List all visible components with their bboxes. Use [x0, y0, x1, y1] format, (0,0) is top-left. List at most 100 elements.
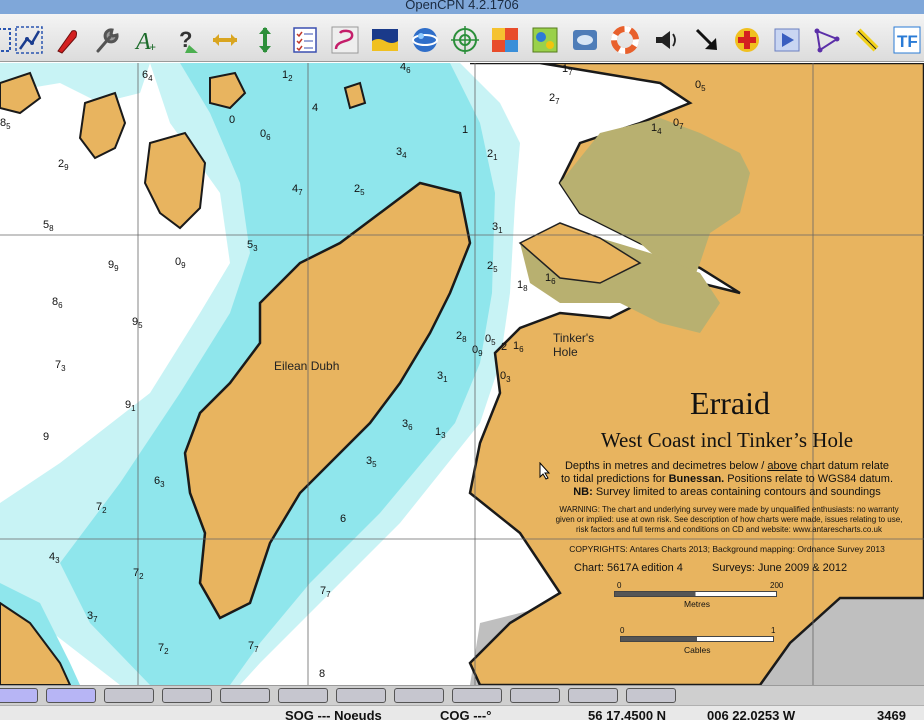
route-manager-button[interactable]	[288, 23, 322, 57]
route-icon	[15, 26, 43, 54]
depth-sounding: 73	[55, 359, 66, 374]
arrow-down-right-button[interactable]	[690, 23, 724, 57]
grib-button[interactable]	[488, 23, 522, 57]
google-earth-button[interactable]	[408, 23, 442, 57]
depth-sounding: 29	[58, 158, 69, 173]
mob-button[interactable]	[50, 23, 84, 57]
measure-button[interactable]	[208, 23, 242, 57]
depth-sounding: 17	[562, 63, 573, 78]
title-bar: OpenCPN 4.2.1706	[0, 0, 924, 14]
depth-sounding: 86	[52, 296, 63, 311]
depth-sounding: 31	[437, 370, 448, 385]
text-button[interactable]: A +	[129, 23, 163, 57]
legend-warning-3: risk factors and full terms and conditio…	[576, 525, 882, 534]
depth-sounding: 14	[651, 122, 662, 137]
depth-sounding: 0	[229, 114, 236, 126]
legend-nb-line: NB: Survey limited to areas containing c…	[573, 486, 881, 498]
checklist-icon	[293, 27, 317, 53]
play-button[interactable]	[770, 23, 804, 57]
chart-tab[interactable]	[162, 688, 212, 703]
depth-sounding: 12	[282, 69, 293, 84]
legend-copyright: COPYRIGHTS: Antares Charts 2013; Backgro…	[569, 544, 885, 554]
horn-icon	[656, 31, 676, 49]
status-sog: SOG --- Noeuds	[285, 708, 382, 720]
depth-sounding: 16	[545, 272, 556, 287]
polygon-button[interactable]	[810, 23, 844, 57]
radar-button[interactable]	[448, 23, 482, 57]
settings-button[interactable]	[90, 23, 124, 57]
chart-tab[interactable]	[394, 688, 444, 703]
chart-tab[interactable]	[46, 688, 96, 703]
place-name-tinkers: Tinker's	[553, 331, 595, 345]
query-icon: ?	[179, 27, 198, 53]
chart-tab[interactable]	[278, 688, 328, 703]
depth-sounding: 25	[487, 260, 498, 275]
legend-subtitle: West Coast incl Tinker’s Hole	[600, 428, 854, 452]
chart-tab[interactable]	[220, 688, 270, 703]
query-button[interactable]: ?	[169, 23, 203, 57]
place-name-eilean-dubh: Eilean Dubh	[274, 359, 340, 373]
scale-bar-cables	[620, 636, 774, 642]
chart-tab[interactable]	[336, 688, 386, 703]
chart-canvas[interactable]: 64 12 46 17 05 85 0 06 4 1 27 14 07 34 21 29 47 25 58 31 53 9…	[0, 63, 924, 685]
status-cog: COG ---°	[440, 708, 492, 720]
wrench-icon	[96, 28, 119, 53]
logbook-icon	[573, 30, 597, 50]
status-scale: 3469	[877, 708, 906, 720]
svg-text:+: +	[149, 40, 156, 54]
scale1-start: 0	[617, 581, 622, 590]
depth-sounding: 36	[402, 418, 413, 433]
depth-sounding: 37	[87, 610, 98, 625]
target-icon	[451, 26, 479, 54]
depth-sounding: 28	[456, 330, 467, 345]
track-icon	[259, 27, 271, 53]
depth-sounding: 53	[247, 239, 258, 254]
depth-sounding: 43	[49, 551, 60, 566]
place-name-hole: Hole	[553, 345, 578, 359]
dashboard-icon	[532, 27, 558, 53]
depth-sounding: 58	[43, 219, 54, 234]
sound-button[interactable]	[648, 23, 682, 57]
chart-tab[interactable]	[626, 688, 676, 703]
curve-icon	[331, 26, 359, 54]
depth-sounding: 91	[125, 399, 136, 414]
tide-icon	[372, 29, 398, 51]
depth-sounding: 8	[319, 668, 326, 680]
tf-button[interactable]: TF	[890, 23, 924, 57]
depth-sounding: 16	[513, 340, 524, 355]
tracks-button[interactable]	[328, 23, 362, 57]
legend-warning-1: WARNING: The chart and underlying survey…	[559, 505, 899, 514]
depth-sounding: 85	[0, 117, 11, 132]
island-2	[78, 91, 127, 160]
depth-sounding: 09	[175, 256, 186, 271]
depth-sounding: 21	[487, 148, 498, 163]
chart-tab[interactable]	[0, 688, 38, 703]
tides-button[interactable]	[368, 23, 402, 57]
chart-tab[interactable]	[452, 688, 502, 703]
depth-sounding: 34	[396, 146, 407, 161]
scale-bar-metres	[614, 591, 777, 597]
nautical-chart	[0, 63, 924, 685]
depth-sounding: 72	[158, 642, 169, 657]
chart-tab[interactable]	[510, 688, 560, 703]
dashboard-button[interactable]	[528, 23, 562, 57]
depth-sounding: 13	[435, 426, 446, 441]
chart-tab[interactable]	[104, 688, 154, 703]
depth-sounding: 47	[292, 183, 303, 198]
legend-warning-2: given or implied: use at own risk. See d…	[555, 515, 903, 524]
depth-sounding: 09	[472, 344, 483, 359]
lifering-button[interactable]	[608, 23, 642, 57]
track-button[interactable]	[248, 23, 282, 57]
highlighter-button[interactable]	[850, 23, 884, 57]
route-button[interactable]	[12, 23, 46, 57]
legend-chart-edition: Chart: 5617A edition 4	[574, 562, 683, 574]
chart-tab[interactable]	[568, 688, 618, 703]
depth-sounding: 6	[340, 513, 347, 525]
depth-sounding: 63	[154, 475, 165, 490]
status-lat: 56 17.4500 N	[588, 708, 667, 720]
logbook-button[interactable]	[568, 23, 602, 57]
firstaid-button[interactable]	[730, 23, 764, 57]
depth-sounding: 06	[260, 128, 271, 143]
lifering-icon	[611, 26, 639, 54]
firstaid-icon	[735, 28, 759, 52]
